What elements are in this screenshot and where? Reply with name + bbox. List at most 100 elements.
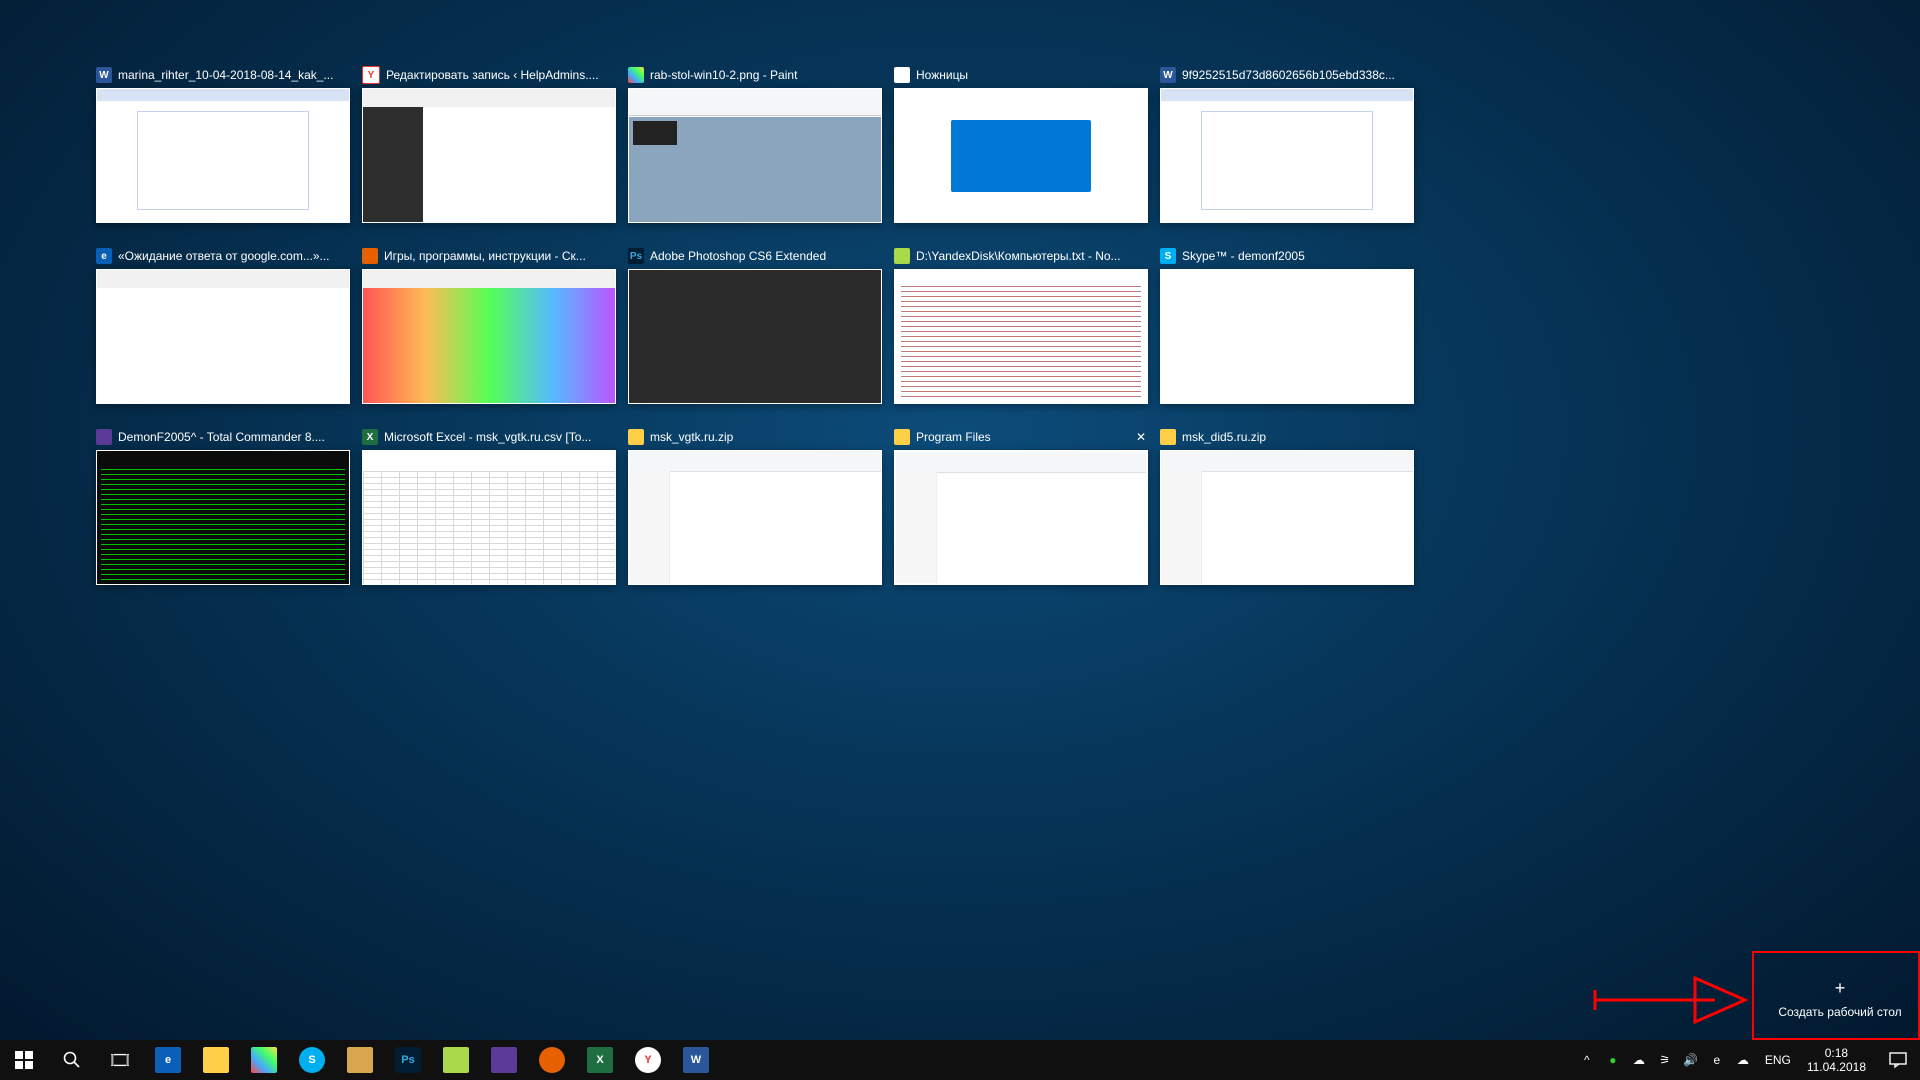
window-tile-header: W 9f9252515d73d8602656b105ebd338c... (1160, 66, 1414, 84)
taskbar-app-paint[interactable] (240, 1040, 288, 1080)
clock[interactable]: 0:18 11.04.2018 (1797, 1046, 1876, 1074)
windows-grid: Wmarina_rihter_10-04-2018-08-14_kak_... Y… (96, 66, 1824, 585)
search-icon (63, 1051, 81, 1069)
window-title: 9f9252515d73d8602656b105ebd338c... (1182, 68, 1414, 82)
window-thumbnail[interactable] (1160, 88, 1414, 223)
window-thumbnail[interactable] (1160, 269, 1414, 404)
tray-chevron-up-icon[interactable]: ^ (1579, 1052, 1595, 1068)
window-title: Игры, программы, инструкции - Ск... (384, 249, 616, 263)
tray-wifi-icon[interactable]: ⚞ (1657, 1052, 1673, 1068)
excel-icon: X (362, 429, 378, 445)
window-tile[interactable]: XMicrosoft Excel - msk_vgtk.ru.csv [To..… (362, 428, 616, 585)
window-thumbnail[interactable] (894, 450, 1148, 585)
window-thumbnail[interactable] (96, 269, 350, 404)
window-thumbnail[interactable] (1160, 450, 1414, 585)
word-icon: W (1160, 67, 1176, 83)
edge-icon: e (96, 248, 112, 264)
start-button[interactable] (0, 1040, 48, 1080)
search-button[interactable] (48, 1040, 96, 1080)
new-desktop-button[interactable]: + Создать рабочий стол (1760, 956, 1920, 1040)
language-indicator[interactable]: ENG (1759, 1053, 1797, 1067)
notification-icon (1889, 1051, 1907, 1069)
taskbar-app-firefox[interactable] (528, 1040, 576, 1080)
task-view: Wmarina_rihter_10-04-2018-08-14_kak_... Y… (0, 0, 1920, 1040)
window-tile-header: Игры, программы, инструкции - Ск... (362, 247, 616, 265)
plus-icon: + (1835, 978, 1846, 999)
window-title: «Ожидание ответа от google.com...»... (118, 249, 350, 263)
window-title: Adobe Photoshop CS6 Extended (650, 249, 882, 263)
paint2-icon (347, 1047, 373, 1073)
photoshop-icon: Ps (628, 248, 644, 264)
window-title: rab-stol-win10-2.png - Paint (650, 68, 882, 82)
taskbar-app-totalcmd[interactable] (480, 1040, 528, 1080)
notepadpp-icon (894, 248, 910, 264)
window-tile[interactable]: Ps Adobe Photoshop CS6 Extended (628, 247, 882, 404)
window-tile[interactable]: YРедактировать запись ‹ HelpAdmins.... (362, 66, 616, 223)
clock-time: 0:18 (1807, 1046, 1866, 1060)
window-thumbnail[interactable] (362, 88, 616, 223)
window-tile-header: msk_vgtk.ru.zip (628, 428, 882, 446)
window-title: DemonF2005^ - Total Commander 8.... (118, 430, 350, 444)
taskbar: e S Ps XYW ^ ● ☁ ⚞ 🔊 e ☁ ENG 0:18 11.04.2018 (0, 1040, 1920, 1080)
folder-icon (628, 429, 644, 445)
edge-icon: e (155, 1047, 181, 1073)
window-thumbnail[interactable] (362, 450, 616, 585)
firefox-icon (362, 248, 378, 264)
window-tile[interactable]: e «Ожидание ответа от google.com...»... (96, 247, 350, 404)
taskbar-app-yandex[interactable]: Y (624, 1040, 672, 1080)
tray-cloud-icon[interactable]: ☁ (1631, 1052, 1647, 1068)
window-title: Program Files (916, 430, 1128, 444)
window-thumbnail[interactable] (628, 88, 882, 223)
skype-icon: S (1160, 248, 1176, 264)
window-tile[interactable]: D:\YandexDisk\Компьютеры.txt - No... (894, 247, 1148, 404)
taskbar-app-skype[interactable]: S (288, 1040, 336, 1080)
window-thumbnail[interactable] (894, 88, 1148, 223)
window-tile-header: msk_did5.ru.zip (1160, 428, 1414, 446)
window-tile[interactable]: msk_did5.ru.zip (1160, 428, 1414, 585)
window-thumbnail[interactable] (362, 269, 616, 404)
window-thumbnail[interactable] (96, 88, 350, 223)
word-icon: W (96, 67, 112, 83)
window-tile[interactable]: DemonF2005^ - Total Commander 8.... (96, 428, 350, 585)
window-tile[interactable]: SSkype™ - demonf2005 (1160, 247, 1414, 404)
scissors-icon (894, 67, 910, 83)
window-tile-header: XMicrosoft Excel - msk_vgtk.ru.csv [To..… (362, 428, 616, 446)
tray-app-cloud-icon[interactable]: ☁ (1735, 1052, 1751, 1068)
taskbar-app-edge[interactable]: e (144, 1040, 192, 1080)
word-icon: W (683, 1047, 709, 1073)
taskbar-app-photoshop[interactable]: Ps (384, 1040, 432, 1080)
taskbar-app-paint2[interactable] (336, 1040, 384, 1080)
taskbar-app-file-explorer[interactable] (192, 1040, 240, 1080)
file-explorer-icon (203, 1047, 229, 1073)
window-tile[interactable]: Program Files ✕ (894, 428, 1148, 585)
window-title: D:\YandexDisk\Компьютеры.txt - No... (916, 249, 1148, 263)
window-thumbnail[interactable] (894, 269, 1148, 404)
window-thumbnail[interactable] (628, 269, 882, 404)
clock-date: 11.04.2018 (1807, 1060, 1866, 1074)
taskbar-app-notepadpp[interactable] (432, 1040, 480, 1080)
window-tile[interactable]: Ножницы (894, 66, 1148, 223)
close-button[interactable]: ✕ (1134, 430, 1148, 444)
task-view-icon (111, 1051, 129, 1069)
window-thumbnail[interactable] (96, 450, 350, 585)
window-tile-header: e «Ожидание ответа от google.com...»... (96, 247, 350, 265)
tray-green-dot-icon[interactable]: ● (1605, 1052, 1621, 1068)
window-tile-header: Ножницы (894, 66, 1148, 84)
system-tray[interactable]: ^ ● ☁ ⚞ 🔊 e ☁ (1571, 1052, 1759, 1068)
window-tile[interactable]: Wmarina_rihter_10-04-2018-08-14_kak_... (96, 66, 350, 223)
window-tile[interactable]: msk_vgtk.ru.zip (628, 428, 882, 585)
window-tile-header: Wmarina_rihter_10-04-2018-08-14_kak_... (96, 66, 350, 84)
totalcmd-icon (491, 1047, 517, 1073)
taskbar-app-excel[interactable]: X (576, 1040, 624, 1080)
task-view-button[interactable] (96, 1040, 144, 1080)
window-tile[interactable]: Игры, программы, инструкции - Ск... (362, 247, 616, 404)
window-title: Ножницы (916, 68, 1148, 82)
window-tile[interactable]: W 9f9252515d73d8602656b105ebd338c... (1160, 66, 1414, 223)
taskbar-app-word[interactable]: W (672, 1040, 720, 1080)
tray-app-e-icon[interactable]: e (1709, 1052, 1725, 1068)
action-center-button[interactable] (1876, 1040, 1920, 1080)
window-thumbnail[interactable] (628, 450, 882, 585)
window-tile-header: SSkype™ - demonf2005 (1160, 247, 1414, 265)
window-tile[interactable]: rab-stol-win10-2.png - Paint (628, 66, 882, 223)
tray-volume-icon[interactable]: 🔊 (1683, 1052, 1699, 1068)
